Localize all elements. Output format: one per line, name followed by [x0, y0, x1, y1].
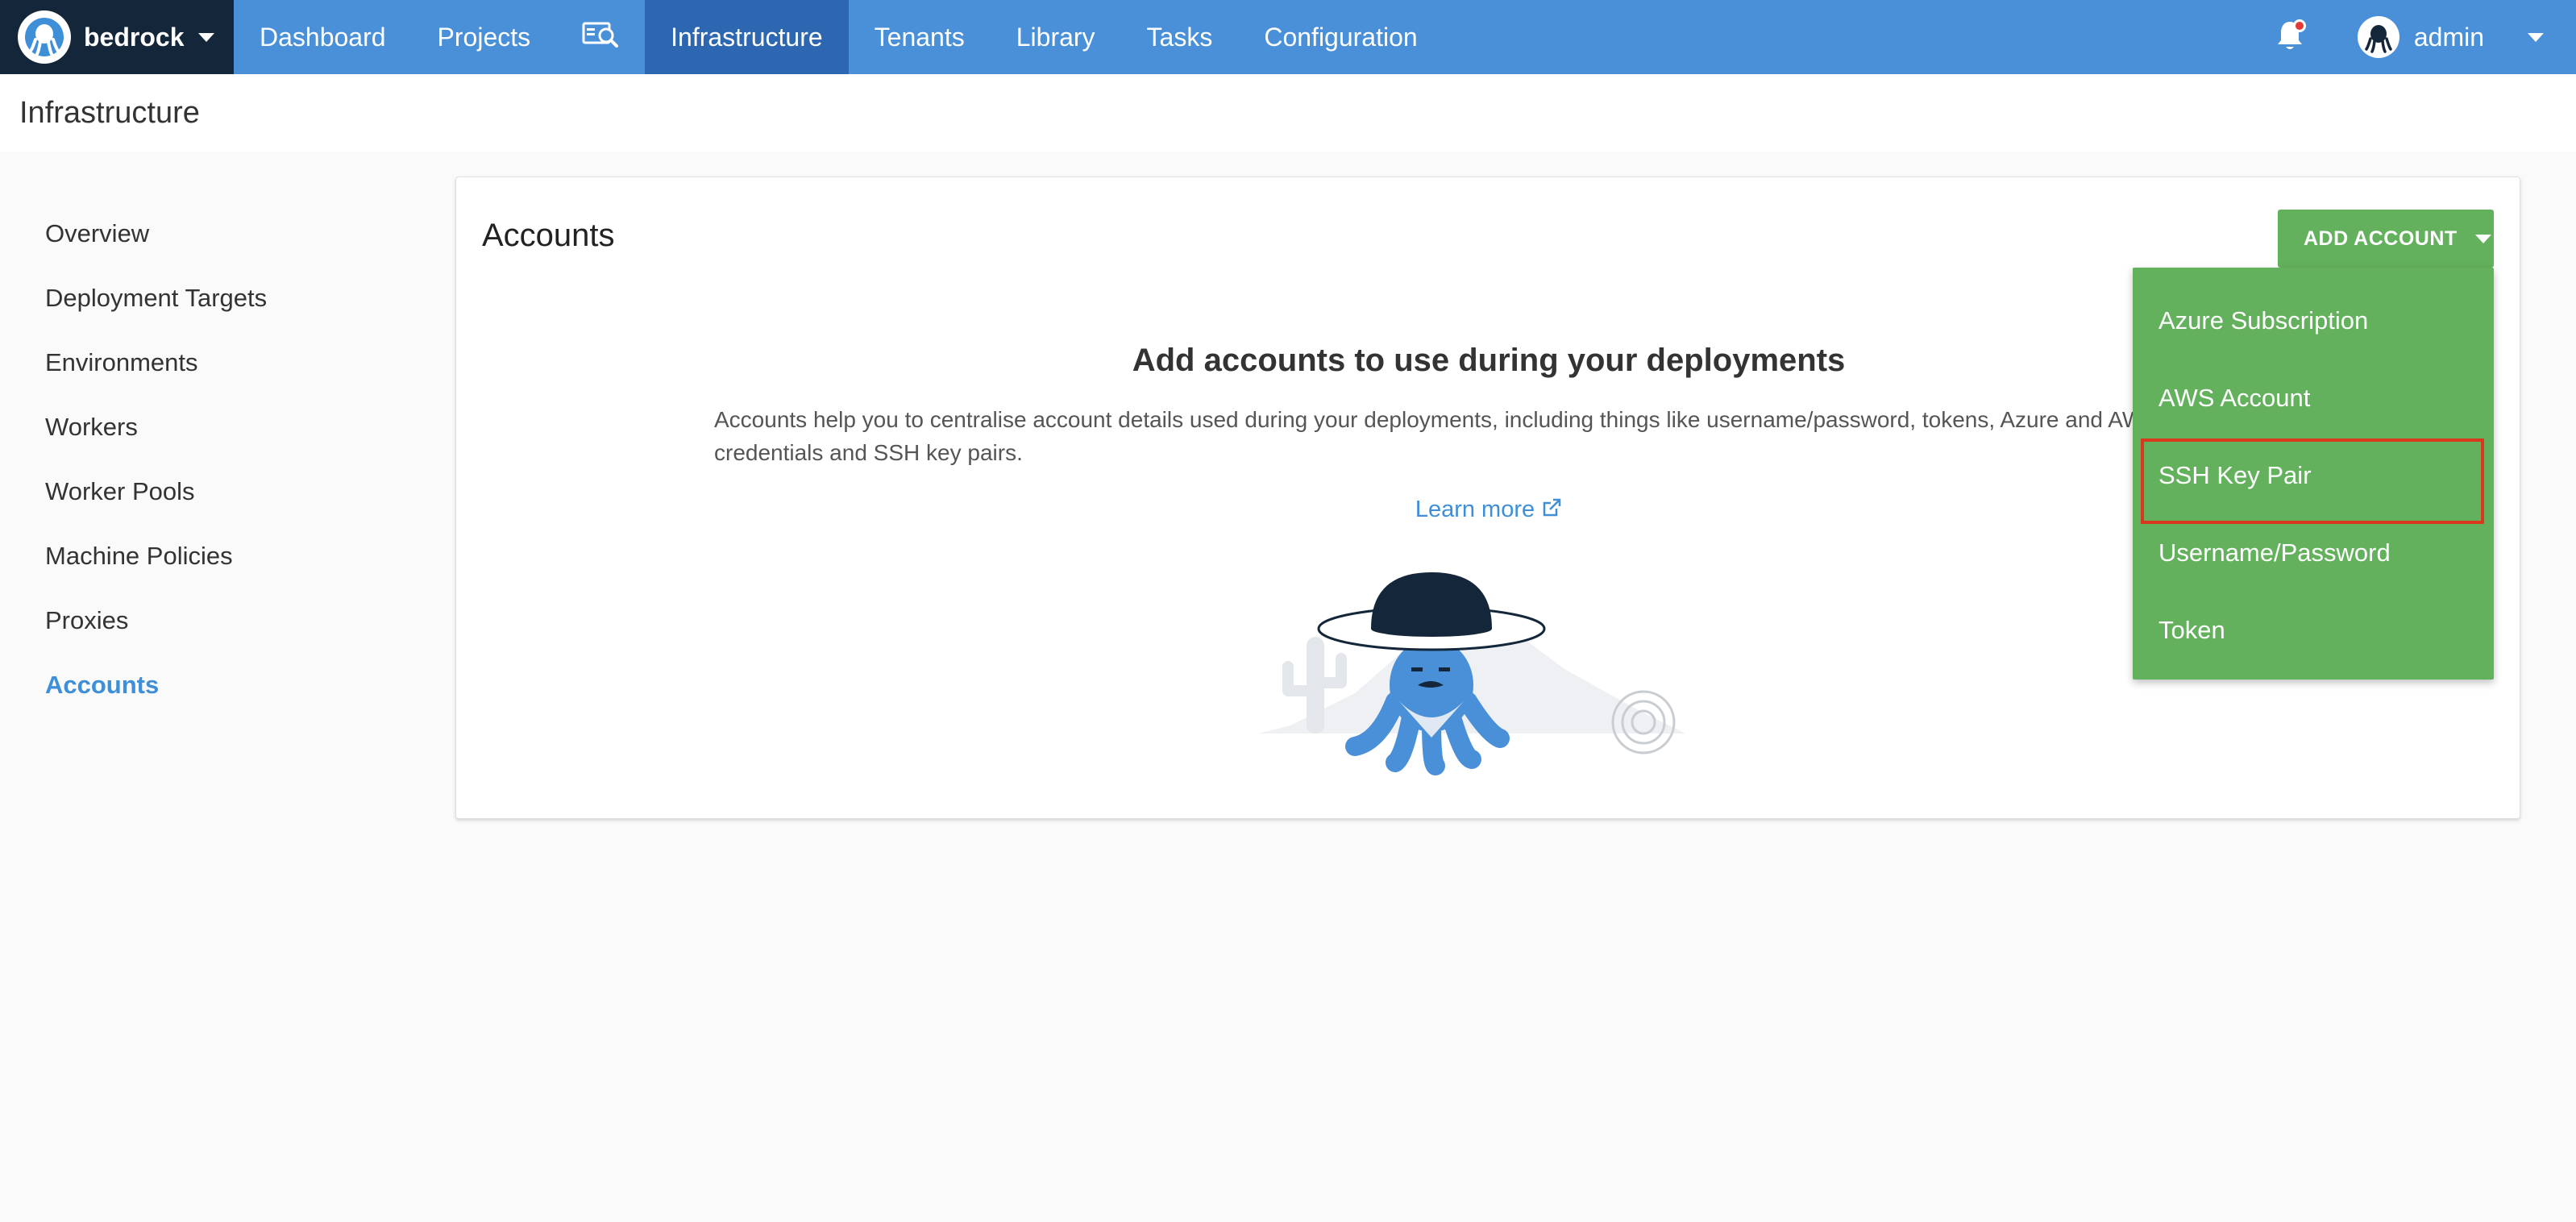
- sidebar-item-environments[interactable]: Environments: [45, 330, 267, 395]
- menu-item-azure-subscription[interactable]: Azure Subscription: [2133, 282, 2494, 360]
- sidebar-item-worker-pools[interactable]: Worker Pools: [45, 459, 267, 524]
- chevron-down-icon: [198, 32, 215, 42]
- nav-dashboard[interactable]: Dashboard: [234, 0, 412, 74]
- sidebar-item-accounts[interactable]: Accounts: [45, 653, 267, 717]
- sidebar-item-machine-policies[interactable]: Machine Policies: [45, 524, 267, 588]
- user-menu[interactable]: admin: [2357, 16, 2544, 58]
- section-title: Accounts: [482, 218, 615, 253]
- avatar: [2357, 16, 2399, 58]
- add-account-dropdown: Azure Subscription AWS Account SSH Key P…: [2133, 268, 2494, 680]
- search-icon: [582, 20, 619, 54]
- sidebar-item-workers[interactable]: Workers: [45, 395, 267, 459]
- chevron-down-icon: [2474, 234, 2491, 243]
- sidebar: Overview Deployment Targets Environments…: [45, 202, 267, 717]
- user-name: admin: [2413, 22, 2484, 52]
- add-account-button[interactable]: ADD ACCOUNT: [2278, 210, 2494, 268]
- notification-badge: [2292, 19, 2306, 32]
- octopus-cowboy-illustration: [1258, 572, 1685, 931]
- empty-state-description: Accounts help you to centralise account …: [714, 407, 2158, 465]
- page-title: Infrastructure: [19, 95, 200, 130]
- space-switcher[interactable]: bedrock: [0, 0, 234, 74]
- menu-item-token[interactable]: Token: [2133, 592, 2494, 669]
- nav-library[interactable]: Library: [991, 0, 1121, 74]
- sidebar-item-proxies[interactable]: Proxies: [45, 588, 267, 653]
- nav-search[interactable]: [556, 0, 645, 74]
- menu-item-aws-account[interactable]: AWS Account: [2133, 360, 2494, 437]
- nav-tasks[interactable]: Tasks: [1121, 0, 1239, 74]
- learn-more-label: Learn more: [1415, 497, 1535, 522]
- chevron-down-icon: [2528, 32, 2544, 42]
- external-link-icon: [1541, 497, 1562, 522]
- top-navigation-bar: bedrock Dashboard Projects Infrastructur…: [0, 0, 2576, 74]
- sidebar-item-deployment-targets[interactable]: Deployment Targets: [45, 266, 267, 330]
- menu-item-ssh-key-pair[interactable]: SSH Key Pair: [2133, 437, 2494, 524]
- nav-right-group: admin: [2266, 0, 2576, 74]
- space-name: bedrock: [84, 22, 185, 52]
- menu-item-username-password[interactable]: Username/Password: [2133, 514, 2494, 592]
- nav-configuration[interactable]: Configuration: [1238, 0, 1443, 74]
- add-account-label: ADD ACCOUNT: [2304, 227, 2458, 250]
- nav-projects[interactable]: Projects: [412, 0, 557, 74]
- nav-infrastructure[interactable]: Infrastructure: [645, 0, 849, 74]
- octopus-logo-icon: [18, 10, 71, 64]
- nav-tenants[interactable]: Tenants: [849, 0, 991, 74]
- sidebar-item-overview[interactable]: Overview: [45, 202, 267, 266]
- page-header: Infrastructure: [0, 74, 2576, 152]
- notifications-button[interactable]: [2266, 13, 2314, 61]
